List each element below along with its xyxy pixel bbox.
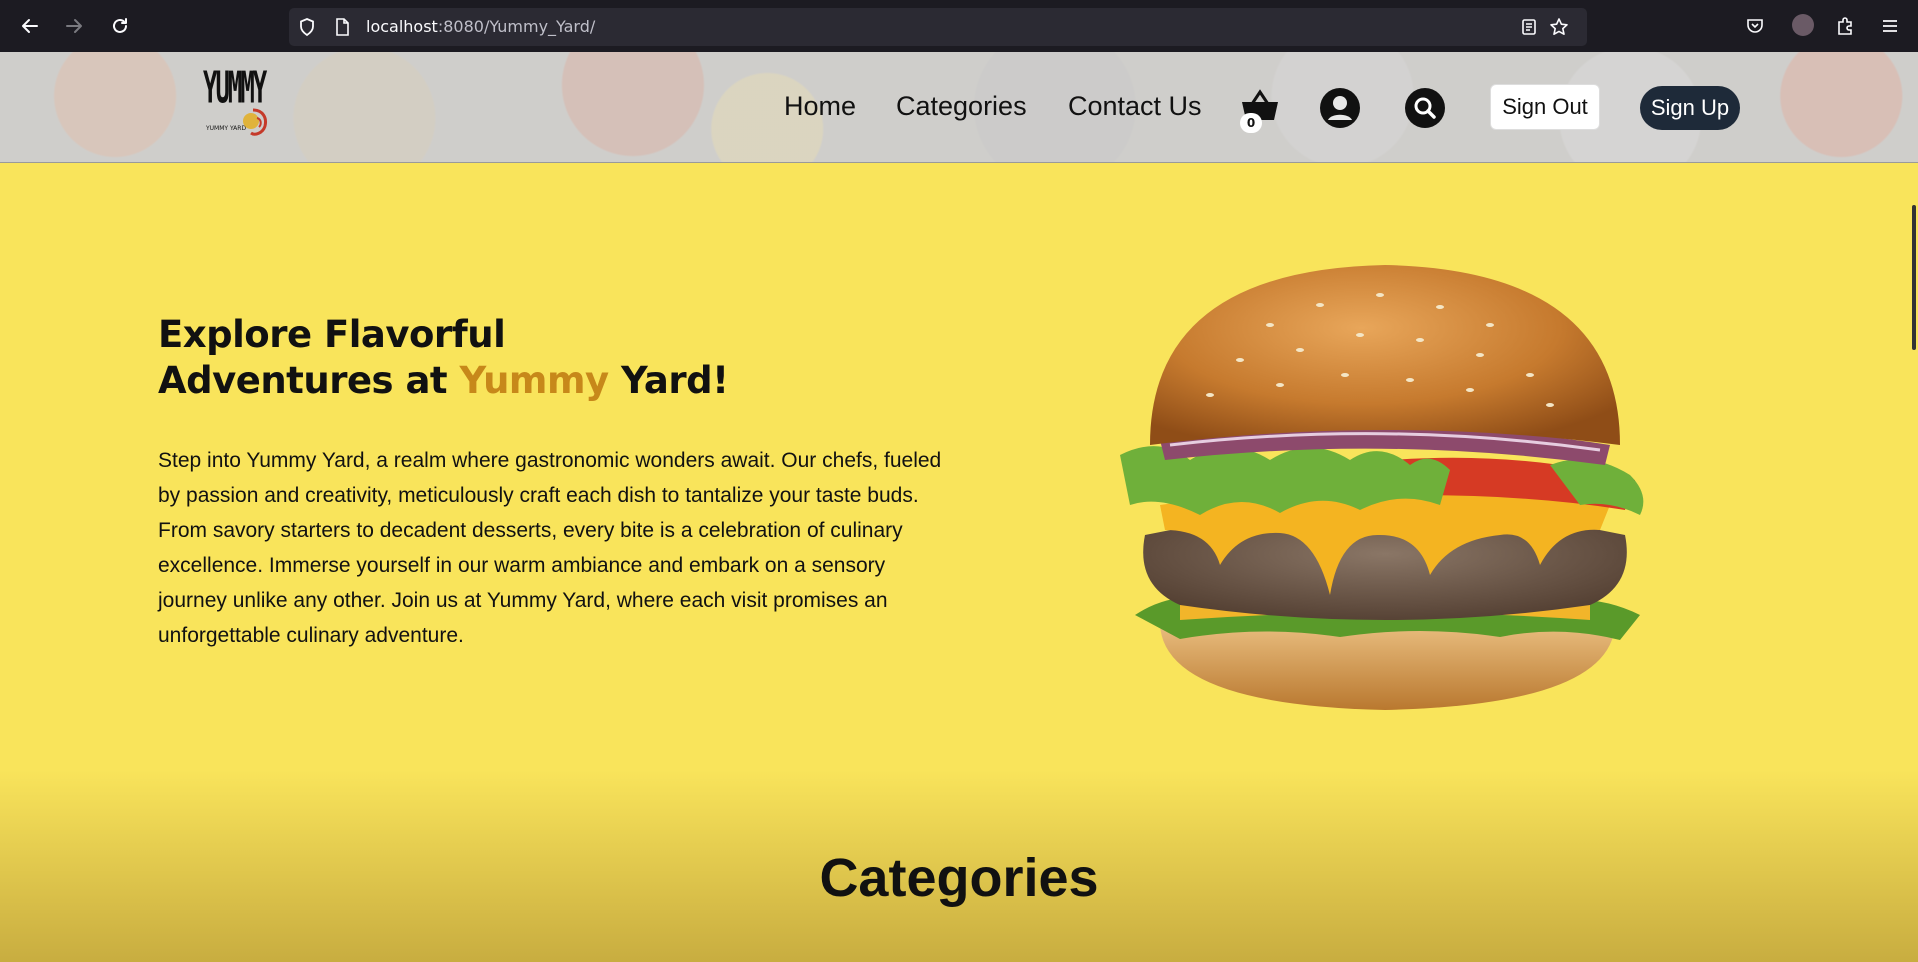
bookmark-star-icon[interactable]: [1549, 17, 1569, 37]
sign-up-button[interactable]: Sign Up: [1640, 86, 1740, 130]
hero-title-line2-start: Adventures at: [158, 359, 460, 402]
categories-heading: Categories: [819, 848, 1099, 908]
search-button[interactable]: [1405, 88, 1445, 128]
hero-title-line1: Explore Flavorful: [158, 313, 506, 356]
nav-home[interactable]: Home: [784, 91, 856, 122]
logo-word: YUMMY: [203, 62, 267, 114]
shrimp-logo-icon: [243, 108, 267, 136]
page-scrollbar[interactable]: [1912, 205, 1916, 350]
back-button[interactable]: [12, 8, 48, 44]
reload-button[interactable]: [102, 8, 138, 44]
arrow-right-icon: [66, 19, 82, 33]
cart-count-badge: 0: [1240, 113, 1262, 133]
sign-out-button[interactable]: Sign Out: [1490, 84, 1600, 130]
pocket-icon[interactable]: [1745, 16, 1765, 36]
arrow-left-icon: [22, 19, 38, 33]
burger-image: [1120, 265, 1644, 710]
user-circle-icon: [1320, 88, 1360, 128]
address-bar[interactable]: localhost:8080/Yummy_Yard/: [289, 8, 1587, 46]
account-button[interactable]: [1320, 88, 1360, 128]
page-icon[interactable]: [332, 17, 352, 37]
forward-button[interactable]: [56, 8, 92, 44]
url-text[interactable]: localhost:8080/Yummy_Yard/: [366, 17, 595, 36]
menu-hamburger-icon[interactable]: [1880, 16, 1900, 36]
shield-icon[interactable]: [297, 17, 317, 37]
hero-description: Step into Yummy Yard, a realm where gast…: [158, 449, 942, 647]
nav-categories[interactable]: Categories: [896, 91, 1027, 122]
reload-icon: [113, 18, 127, 33]
profile-avatar-icon[interactable]: [1792, 14, 1814, 36]
search-icon: [1405, 88, 1445, 128]
reader-view-icon[interactable]: [1519, 17, 1539, 37]
extensions-icon[interactable]: [1835, 16, 1855, 36]
site-logo[interactable]: YUMMY YUMMY YARD: [203, 62, 273, 142]
hero-title-accent: Yummy: [459, 359, 609, 402]
hero-title-line2-end: Yard!: [608, 359, 729, 402]
browser-toolbar: localhost:8080/Yummy_Yard/: [0, 0, 1918, 52]
nav-contact-us[interactable]: Contact Us: [1068, 91, 1202, 122]
hero-title: Explore Flavorful Adventures at Yummy Ya…: [158, 312, 729, 404]
